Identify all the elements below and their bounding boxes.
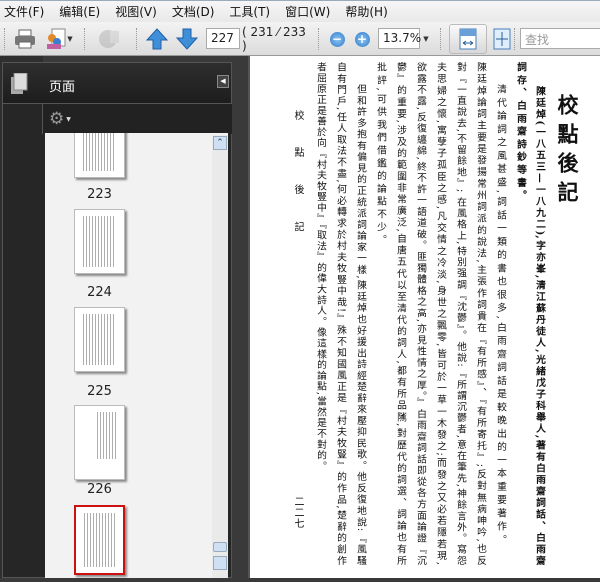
minus-icon: −	[329, 31, 345, 47]
scroll-down-button[interactable]	[213, 556, 227, 570]
gear-icon: ⚙	[49, 109, 65, 129]
text-column: 者屈原正是善於向『村夫牧豎中』『取法』的偉大詩人。像這樣的論點,當然是不對的。	[315, 62, 326, 472]
page-title: 校點後記	[555, 94, 580, 210]
text-column: 夫思婦之懷,寓孽子孤臣之感,凡交情之冷淡,身世之飄零,皆可於一草一木發之;而發之…	[435, 62, 446, 565]
text-column: 清代論詞之風甚盛,詞話一類的書也很多,白雨齋詞話是較晚出的一本重要著作。	[495, 84, 506, 544]
page-number-input[interactable]: 227	[206, 28, 240, 49]
page-number: 二二七	[292, 496, 303, 529]
menu-window[interactable]: 窗口(W)	[285, 3, 330, 20]
fit-page-button[interactable]	[492, 27, 512, 51]
thumbnail-page-224[interactable]	[74, 209, 125, 274]
running-head: 校 點 後 記	[292, 110, 303, 244]
thumbnail-page-227-selected[interactable]	[74, 505, 125, 575]
pages-panel-header: 页面 ◀	[2, 62, 232, 104]
collaborate-button[interactable]	[94, 27, 124, 51]
text-column: 陳廷焯論詞主要是發揚常州詞派的說法,主張作詞貴在『有所感』、『有所寄托』;反對無…	[475, 62, 486, 565]
chevron-down-icon: ▼	[423, 35, 429, 43]
fit-page-icon	[493, 28, 511, 50]
arrow-down-icon	[176, 28, 198, 50]
thumbnail-label: 224	[87, 285, 112, 300]
scroll-thumb[interactable]	[213, 542, 227, 552]
collapse-panel-button[interactable]: ◀	[217, 75, 229, 88]
text-column: 但和許多抱有偏見的正統派詞論家一樣,陳廷焯也好援出詩經楚辭來壓抑民歌。他反復地說…	[355, 84, 366, 565]
thumbnail-page-226[interactable]	[74, 405, 125, 480]
share-button[interactable]: ▼	[44, 27, 74, 51]
scroll-up-button[interactable]: ⌃	[213, 136, 227, 150]
fit-width-button[interactable]	[449, 24, 487, 54]
menu-file[interactable]: 文件(F)	[4, 3, 44, 20]
page-thumbnails: 223 224 225 226 227	[45, 133, 228, 578]
separator	[514, 28, 516, 50]
text-column: 對『一直說去,不留餘地』; 在風格上,特別强調『沈鬱』。他說:『所謂沉鬱者,意在…	[455, 62, 466, 565]
zoom-input[interactable]: 13.7%	[378, 28, 421, 49]
thumbnail-label: 226	[87, 482, 112, 497]
menu-bar: 文件(F) 编辑(E) 视图(V) 文档(D) 工具(T) 窗口(W) 帮助(H…	[0, 0, 600, 22]
chevron-down-icon: ▼	[66, 115, 71, 123]
thumbnail-page-223[interactable]	[74, 133, 125, 178]
thumbnail-page-225[interactable]	[74, 307, 125, 372]
text-column: 鬱』的重要,涉及的範圍非常廣泛,自唐五代以至清代的詞人,都有所品隲,對歷代的詞選…	[395, 62, 406, 565]
text-column: 欲露不露,反復纏綿,終不許一語道破。匪獨體格之高,亦見性情之厚。』白雨齋詞話即從…	[415, 62, 426, 565]
search-input[interactable]: 查找	[520, 28, 600, 49]
menu-view[interactable]: 视图(V)	[115, 3, 157, 20]
globe-icon	[99, 30, 119, 48]
text-column: 詞存、白雨齋詩鈔等書。	[515, 62, 526, 203]
separator	[440, 28, 442, 50]
print-button[interactable]	[13, 27, 37, 51]
panel-options-bar: ⚙ ▼	[42, 104, 232, 134]
arrow-up-icon	[146, 28, 168, 50]
thumbnail-label: 225	[87, 384, 112, 399]
plus-icon: +	[354, 31, 370, 47]
page-count: ( 231 ⁄ 233 )	[242, 25, 306, 53]
share-users-icon	[47, 28, 66, 49]
text-column: 陳廷焯(一八五三—一八九二),字亦峯,清江蘇丹徒人,光緒戊子科舉人,著有白雨齋詞…	[534, 86, 545, 565]
text-column: 批評,可供我們借鑑的論點不少。	[375, 62, 386, 248]
separator	[84, 28, 86, 50]
separator	[318, 28, 320, 50]
menu-help[interactable]: 帮助(H)	[345, 3, 387, 20]
panel-splitter[interactable]	[232, 56, 248, 578]
chevron-down-icon: ▼	[67, 35, 73, 43]
toolbar-grip	[4, 28, 6, 50]
separator	[136, 28, 138, 50]
document-page: 校點後記 陳廷焯(一八五三—一八九二),字亦峯,清江蘇丹徒人,光緒戊子科舉人,著…	[248, 56, 600, 578]
menu-document[interactable]: 文档(D)	[172, 3, 215, 20]
chevron-left-icon: ◀	[220, 77, 226, 85]
next-page-button[interactable]	[175, 27, 199, 51]
options-button[interactable]: ⚙ ▼	[49, 109, 71, 129]
fit-width-icon	[459, 28, 477, 50]
text-column: 自有門戶,任人取法不盡,何必轉求於村夫牧豎中哉!』殊不知國風正是『村夫牧豎』的作…	[335, 62, 346, 565]
printer-icon	[15, 29, 35, 49]
menu-edit[interactable]: 编辑(E)	[59, 3, 100, 20]
thumbnail-scrollbar[interactable]: ⌃	[212, 135, 228, 578]
pages-icon	[11, 73, 28, 94]
zoom-in-button[interactable]: +	[353, 27, 371, 51]
panel-title: 页面	[49, 80, 76, 95]
thumbnail-label: 223	[87, 187, 112, 202]
zoom-dropdown[interactable]: ▼	[421, 27, 431, 51]
zoom-out-button[interactable]: −	[328, 27, 346, 51]
menu-tools[interactable]: 工具(T)	[229, 3, 270, 20]
previous-page-button[interactable]	[145, 27, 169, 51]
toolbar: ▼ 227 ( 231 ⁄ 233 ) − + 13.7% ▼ 查找	[0, 22, 600, 56]
